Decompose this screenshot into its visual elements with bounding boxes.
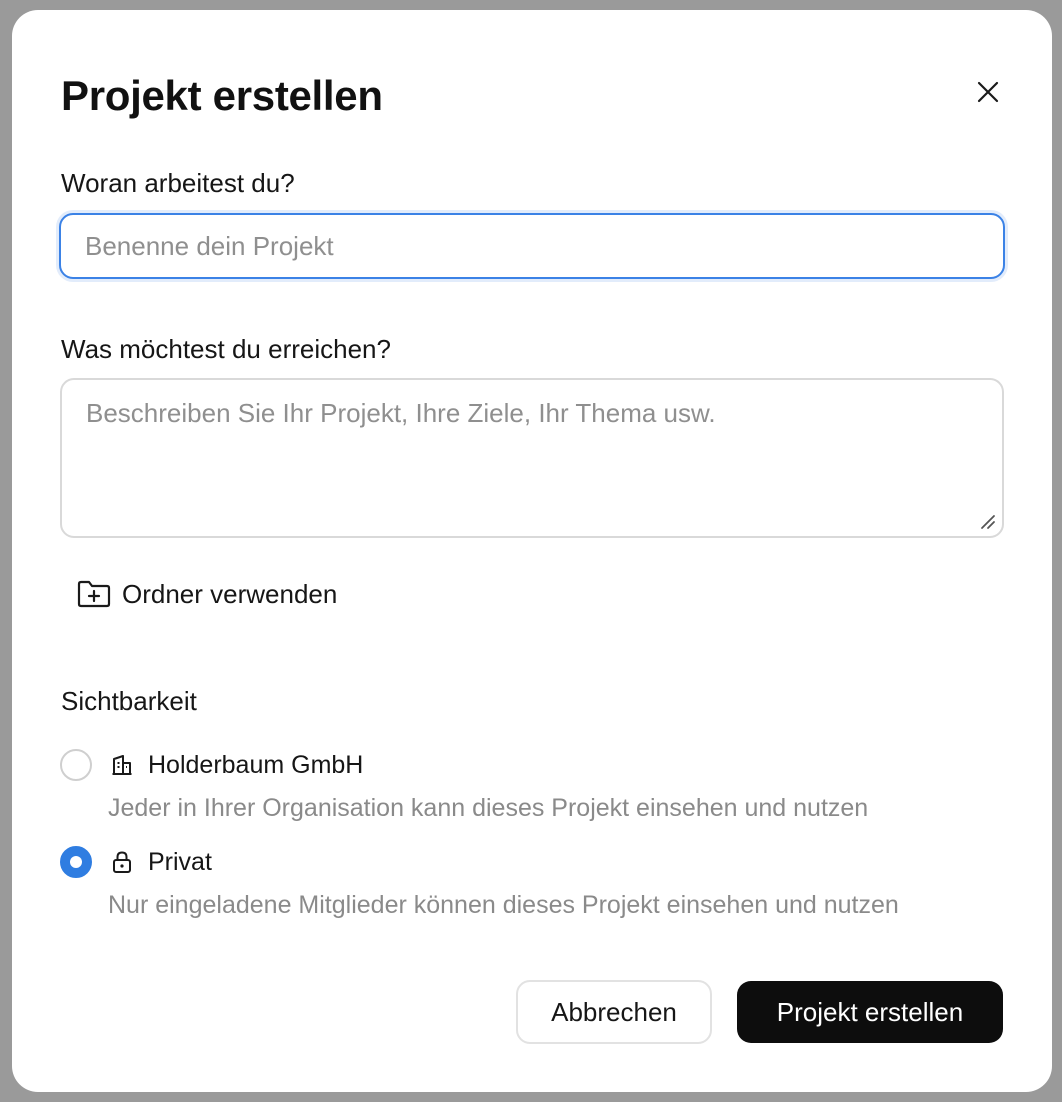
dialog-title: Projekt erstellen [61,72,383,119]
close-icon [977,81,999,103]
cancel-button[interactable]: Abbrechen [516,980,712,1044]
use-folder-button[interactable]: Ordner verwenden [76,572,337,616]
create-project-button[interactable]: Projekt erstellen [737,981,1003,1043]
create-project-dialog: Projekt erstellen Woran arbeitest du? Wa… [12,10,1052,1092]
visibility-heading: Sichtbarkeit [61,686,197,716]
use-folder-label: Ordner verwenden [122,578,338,609]
radio-organization[interactable] [60,749,92,781]
goal-field-label: Was möchtest du erreichen? [61,334,391,364]
project-goal-textarea[interactable] [60,378,1004,538]
private-option-description: Nur eingeladene Mitglieder können dieses… [108,891,899,919]
visibility-option-private[interactable]: Privat [60,846,212,878]
resize-handle-icon[interactable] [978,512,996,530]
organization-option-label: Holderbaum GmbH [148,750,364,779]
private-option-label: Privat [148,847,212,876]
lock-icon [110,850,134,874]
folder-plus-icon [77,580,111,608]
organization-option-description: Jeder in Ihrer Organisation kann dieses … [108,794,869,822]
building-icon [110,753,134,777]
project-name-input[interactable] [59,213,1005,279]
close-button[interactable] [970,74,1006,110]
visibility-option-organization[interactable]: Holderbaum GmbH [60,749,363,781]
name-field-label: Woran arbeitest du? [61,168,295,198]
radio-private[interactable] [60,846,92,878]
